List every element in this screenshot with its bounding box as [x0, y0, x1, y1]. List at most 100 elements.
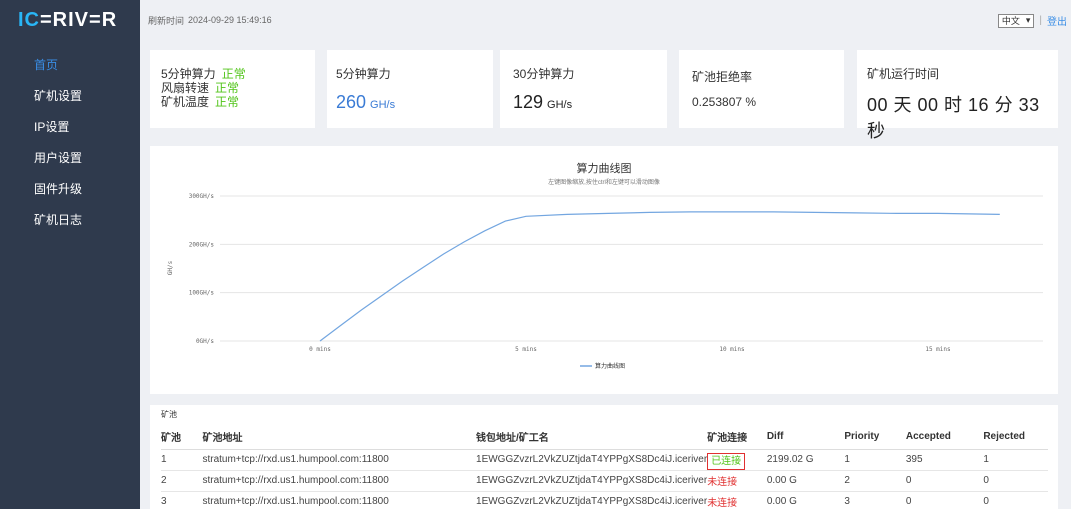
pool-worker: 1EWGGZvzrL2VkZUZtjdaT4YPPgXS8Dc4iJ.iceri… [476, 491, 708, 509]
pool-index: 1 [161, 449, 203, 471]
status-row-hashrate: 5分钟算力 正常 [161, 67, 315, 81]
status-card: 5分钟算力 正常 风扇转速 正常 矿机温度 正常 [150, 50, 315, 128]
column-header: Diff [766, 425, 845, 450]
x-tick-label: 15 mins [925, 346, 951, 353]
unit: GH/s [370, 99, 396, 111]
pool-index: 3 [161, 491, 203, 509]
divider: | [1039, 15, 1042, 26]
card-title: 矿池拒绝率 [692, 70, 753, 84]
pool-worker: 1EWGGZvzrL2VkZUZtjdaT4YPPgXS8Dc4iJ.iceri… [476, 449, 708, 471]
y-tick-label: 100GH/s [189, 290, 215, 297]
pool-url: stratum+tcp://rxd.us1.humpool.com:11800 [202, 449, 477, 471]
pool-section-title: 矿池 [161, 410, 177, 419]
y-tick-label: 300GH/s [189, 193, 215, 200]
runtime-value: 00 天 00 时 16 分 33 秒 [867, 95, 1040, 141]
pool-card: 矿池 矿池 矿池地址 钱包地址/矿工名 矿池连接 Diff Priority A… [150, 405, 1058, 509]
chevron-down-icon: ▾ [1025, 15, 1031, 25]
pool-diff: 0.00 G [766, 491, 845, 509]
table-row: 1 stratum+tcp://rxd.us1.humpool.com:1180… [161, 449, 1048, 471]
x-tick-label: 5 mins [515, 346, 537, 353]
pool-accepted: 395 [905, 449, 984, 471]
refresh-time: 2024-09-29 15:49:16 [188, 15, 272, 25]
pool-accepted: 0 [905, 470, 984, 492]
column-header: 钱包地址/矿工名 [476, 425, 708, 450]
hashrate-series-line [319, 211, 1000, 342]
value: 129 [513, 92, 544, 112]
pool-diff: 0.00 G [766, 470, 845, 492]
logo-wordmark: =RIV=R [40, 8, 118, 31]
column-header: 矿池连接 [707, 425, 767, 450]
sidebar-item-user-settings[interactable]: 用户设置 [0, 143, 140, 174]
pool-worker: 1EWGGZvzrL2VkZUZtjdaT4YPPgXS8Dc4iJ.iceri… [476, 470, 708, 492]
sidebar-nav: 首页 矿机设置 IP设置 用户设置 固件升级 矿机日志 [0, 40, 140, 236]
status-label: 风扇转速 [161, 81, 210, 95]
language-select[interactable]: 中文 ▾ [997, 13, 1035, 28]
column-header: Accepted [905, 425, 984, 450]
pool-table: 矿池 矿池地址 钱包地址/矿工名 矿池连接 Diff Priority Acce… [161, 425, 1048, 509]
hashrate-30min-value: 129 GH/s [513, 92, 667, 113]
table-row: 2 stratum+tcp://rxd.us1.humpool.com:1180… [161, 470, 1048, 492]
value: 260 [336, 92, 367, 112]
status-badge: 已连接 [707, 453, 746, 470]
status-badge: 未连接 [707, 477, 738, 488]
sidebar-item-miner-log[interactable]: 矿机日志 [0, 205, 140, 236]
y-axis-label: GH/s [167, 260, 174, 275]
pool-rejected: 0 [983, 470, 1048, 492]
y-tick-label: 200GH/s [189, 241, 215, 248]
pool-rejected: 0 [983, 491, 1048, 509]
pool-url: stratum+tcp://rxd.us1.humpool.com:11800 [202, 491, 477, 509]
table-row: 3 stratum+tcp://rxd.us1.humpool.com:1180… [161, 491, 1048, 509]
unit: GH/s [547, 99, 573, 111]
pool-diff: 2199.02 G [766, 449, 845, 471]
sidebar-item-miner-settings[interactable]: 矿机设置 [0, 81, 140, 112]
topbar: 刷新时间 2024-09-29 15:49:16 中文 ▾ | 登出 [140, 0, 1071, 40]
pool-priority: 2 [844, 470, 906, 492]
language-value: 中文 [1001, 16, 1020, 26]
status-row-temp: 矿机温度 正常 [161, 95, 315, 109]
pool-connection-cell: 已连接 [707, 449, 767, 471]
table-header-row: 矿池 矿池地址 钱包地址/矿工名 矿池连接 Diff Priority Acce… [161, 425, 1048, 450]
refresh-label: 刷新时间 [148, 15, 185, 26]
sidebar-item-ip-settings[interactable]: IP设置 [0, 112, 140, 143]
sidebar-item-firmware-upgrade[interactable]: 固件升级 [0, 174, 140, 205]
column-header: 矿池 [161, 425, 203, 450]
card-title: 30分钟算力 [513, 67, 575, 81]
pool-connection-cell: 未连接 [707, 491, 767, 509]
card-title: 5分钟算力 [336, 67, 391, 81]
logout-link[interactable]: 登出 [1047, 13, 1067, 28]
hashrate-5min-card: 5分钟算力 260 GH/s [327, 50, 493, 128]
status-label: 矿机温度 [161, 95, 210, 109]
legend-label: 算力曲线图 [595, 362, 625, 370]
hashrate-chart[interactable]: 300GH/s 200GH/s 100GH/s 0GH/s GH/s 0 mins 5 mi… [150, 146, 1058, 394]
card-title: 矿机运行时间 [867, 67, 940, 81]
reject-rate-value: 0.253807 % [692, 95, 757, 109]
runtime-card: 矿机运行时间 00 天 00 时 16 分 33 秒 [857, 50, 1058, 141]
status-label: 5分钟算力 [161, 67, 216, 81]
hashrate-chart-card[interactable]: 算力曲线图 左键图像缩放,按住ctrl和左键可以滑动图像 300GH/s 200G… [150, 146, 1058, 394]
pool-accepted: 0 [905, 491, 984, 509]
column-header: Rejected [983, 425, 1048, 450]
status-badge: 未连接 [707, 498, 738, 509]
pool-priority: 3 [844, 491, 906, 509]
sidebar-item-home[interactable]: 首页 [0, 50, 140, 81]
pool-connection-cell: 未连接 [707, 470, 767, 492]
column-header: Priority [844, 425, 906, 450]
hashrate-30min-card: 30分钟算力 129 GH/s [500, 50, 667, 128]
pool-priority: 1 [844, 449, 906, 471]
pool-rejected: 1 [983, 449, 1048, 471]
sidebar: IC=RIV=R 首页 矿机设置 IP设置 用户设置 固件升级 矿机日志 [0, 0, 140, 509]
y-tick-label: 0GH/s [196, 338, 214, 345]
logo-mark: IC [18, 8, 40, 31]
status-row-fan: 风扇转速 正常 [161, 81, 315, 95]
logo[interactable]: IC=RIV=R [0, 0, 140, 40]
status-value: 正常 [221, 67, 246, 81]
pool-url: stratum+tcp://rxd.us1.humpool.com:11800 [202, 470, 477, 492]
hashrate-5min-value: 260 GH/s [336, 92, 493, 113]
status-value: 正常 [215, 95, 240, 109]
pool-index: 2 [161, 470, 203, 492]
column-header: 矿池地址 [202, 425, 477, 450]
x-tick-label: 0 mins [309, 346, 331, 353]
x-tick-label: 10 mins [719, 346, 745, 353]
reject-rate-card: 矿池拒绝率 0.253807 % [679, 50, 844, 128]
status-value: 正常 [215, 81, 240, 95]
